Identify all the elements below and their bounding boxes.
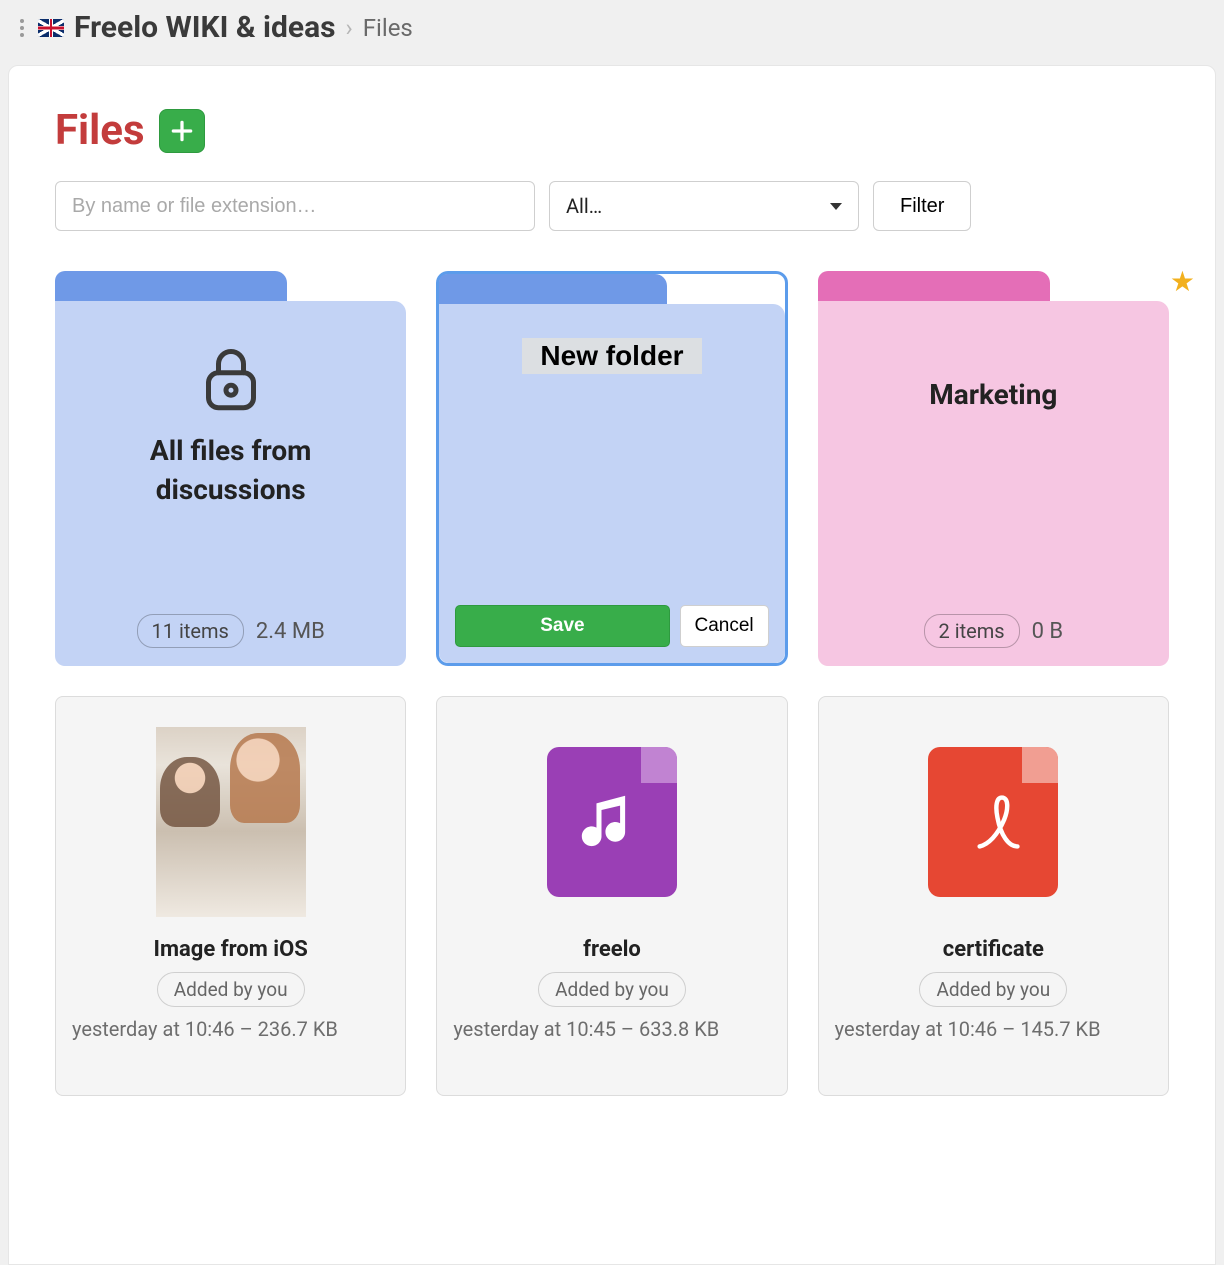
type-select[interactable]: All… xyxy=(549,181,859,231)
added-by-badge: Added by you xyxy=(157,972,305,1007)
folder-card-marketing[interactable]: ★ Marketing 2 items 0 B xyxy=(818,271,1169,666)
cancel-button[interactable]: Cancel xyxy=(680,605,769,647)
added-by-badge: Added by you xyxy=(919,972,1067,1007)
file-name: certificate xyxy=(943,937,1044,962)
pdf-file-icon xyxy=(928,747,1058,897)
filter-button[interactable]: Filter xyxy=(873,181,971,231)
new-folder-name-input[interactable] xyxy=(522,338,702,374)
folder-title: Marketing xyxy=(929,375,1057,414)
breadcrumb-project[interactable]: Freelo WIKI & ideas xyxy=(74,10,336,45)
files-panel: Files All… Filter All files from disc xyxy=(8,65,1216,1265)
lock-folder-icon xyxy=(201,345,261,413)
chevron-right-icon: › xyxy=(346,14,353,42)
star-icon[interactable]: ★ xyxy=(1170,265,1195,298)
music-file-icon xyxy=(547,747,677,897)
folder-size: 0 B xyxy=(1032,619,1064,644)
file-name: freelo xyxy=(583,937,641,962)
folder-item-count: 2 items xyxy=(924,614,1020,648)
page-title: Files xyxy=(55,106,145,155)
folder-size: 2.4 MB xyxy=(256,619,325,644)
plus-icon xyxy=(169,118,195,144)
caret-down-icon xyxy=(830,203,842,210)
save-button[interactable]: Save xyxy=(455,605,669,647)
type-select-value: All… xyxy=(566,194,602,218)
folder-card-new: Save Cancel xyxy=(436,271,787,666)
file-card-image[interactable]: Image from iOS Added by you yesterday at… xyxy=(55,696,406,1096)
folder-item-count: 11 items xyxy=(137,614,244,648)
folder-title: All files from discussions xyxy=(89,431,373,509)
added-by-badge: Added by you xyxy=(538,972,686,1007)
file-meta: yesterday at 10:46 – 145.7 KB xyxy=(835,1015,1152,1043)
file-meta: yesterday at 10:46 – 236.7 KB xyxy=(72,1015,389,1043)
breadcrumb-current: Files xyxy=(363,14,413,42)
uk-flag-icon xyxy=(38,19,64,37)
image-thumbnail xyxy=(156,727,306,917)
file-name: Image from iOS xyxy=(154,937,308,962)
folder-card-discussions[interactable]: All files from discussions 11 items 2.4 … xyxy=(55,271,406,666)
breadcrumb-bar: Freelo WIKI & ideas › Files xyxy=(0,0,1224,55)
file-meta: yesterday at 10:45 – 633.8 KB xyxy=(453,1015,770,1043)
file-card-audio[interactable]: freelo Added by you yesterday at 10:45 –… xyxy=(436,696,787,1096)
file-card-pdf[interactable]: certificate Added by you yesterday at 10… xyxy=(818,696,1169,1096)
search-input[interactable] xyxy=(55,181,535,231)
menu-dots-icon[interactable] xyxy=(16,15,28,41)
add-button[interactable] xyxy=(159,109,205,153)
